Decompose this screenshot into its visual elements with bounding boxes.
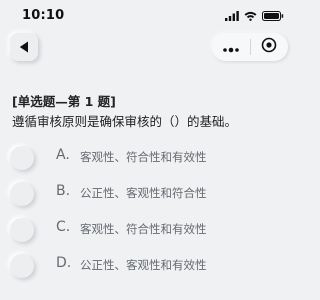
option-a[interactable]: A. 客观性、符合性和有效性 [0, 140, 300, 174]
question-type-label: [单选题—第 1 题] [12, 94, 116, 109]
option-text: 客观性、符合性和有效性 [80, 222, 207, 236]
mini-program-capsule [212, 33, 288, 61]
back-triangle-icon [19, 38, 29, 57]
status-icons [225, 10, 284, 22]
option-radio[interactable] [10, 182, 34, 206]
option-letter: C. [56, 219, 71, 235]
more-dots-icon [222, 38, 240, 57]
option-text: 公正性、客观性和符合性 [80, 186, 207, 200]
status-time: 10:10 [22, 8, 65, 23]
option-radio[interactable] [10, 218, 34, 242]
option-c[interactable]: C. 客观性、符合性和有效性 [0, 212, 300, 246]
more-button[interactable] [212, 33, 250, 61]
battery-icon [262, 11, 284, 21]
option-d[interactable]: D. 公正性、客观性和有效性 [0, 248, 300, 282]
option-text: 客观性、符合性和有效性 [80, 150, 207, 164]
question-text: 遵循审核原则是确保审核的（）的基础。 [12, 114, 238, 129]
wifi-icon [244, 11, 257, 21]
signal-icon [225, 11, 239, 21]
option-letter: B. [56, 183, 71, 199]
close-button[interactable] [250, 33, 288, 61]
back-button[interactable] [10, 33, 38, 61]
option-letter: D. [56, 255, 72, 271]
option-radio[interactable] [10, 146, 34, 170]
option-radio[interactable] [10, 254, 34, 278]
nav-bar [0, 30, 300, 64]
option-b[interactable]: B. 公正性、客观性和符合性 [0, 176, 300, 210]
status-bar: 10:10 [0, 0, 300, 30]
close-circle-icon [261, 37, 277, 57]
option-letter: A. [56, 147, 70, 163]
option-text: 公正性、客观性和有效性 [80, 258, 207, 272]
